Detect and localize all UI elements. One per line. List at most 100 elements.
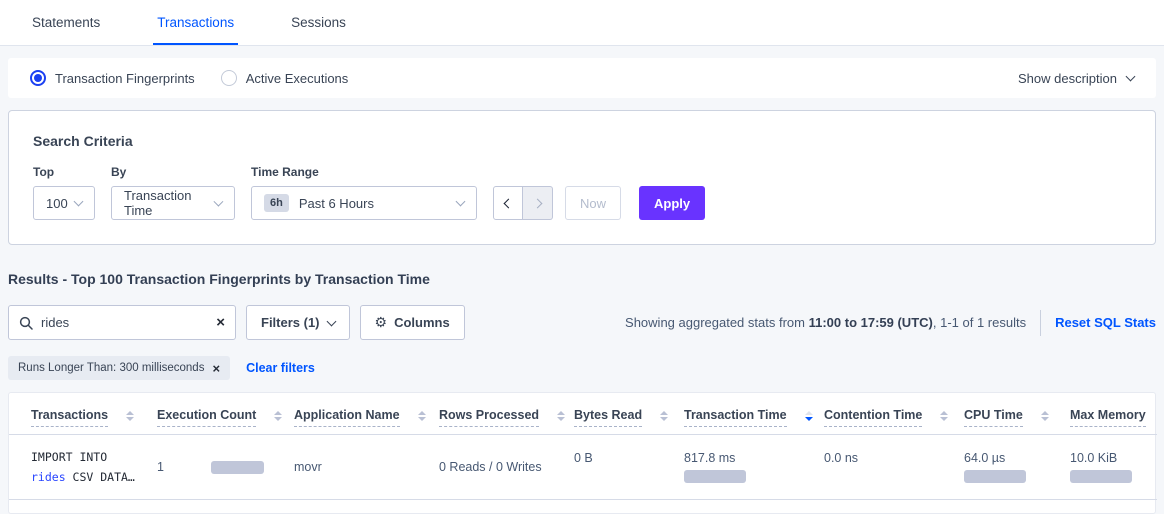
by-label: By	[111, 165, 235, 179]
chevron-down-icon	[74, 197, 84, 207]
by-select[interactable]: Transaction Time	[111, 186, 235, 220]
primary-tabs: Statements Transactions Sessions	[28, 3, 350, 45]
chevron-down-icon	[326, 316, 336, 326]
time-window-arrows	[493, 186, 553, 220]
transaction-time-value: 817.8 ms	[684, 451, 808, 465]
top-select-value: 100	[46, 196, 68, 211]
column-header-contention-time[interactable]: Contention Time	[816, 393, 956, 435]
stats-suffix: , 1-1 of 1 results	[933, 315, 1026, 330]
execution-count-bar	[211, 461, 264, 474]
search-criteria-form: Top 100 By Transaction Time Time Range 6…	[33, 165, 1131, 220]
sort-icon[interactable]	[274, 411, 282, 421]
sort-icon[interactable]	[557, 411, 565, 421]
sql-line-1: IMPORT INTO	[31, 447, 141, 467]
execution-count-value: 1	[157, 460, 164, 474]
table-header-row: Transactions Execution Count Application…	[9, 393, 1157, 435]
radio-active-executions[interactable]: Active Executions	[221, 70, 349, 86]
cell-rows-processed: 0 Reads / 0 Writes	[431, 435, 566, 500]
radio-unselected-icon[interactable]	[221, 70, 237, 86]
time-range-select[interactable]: 6h Past 6 Hours	[251, 186, 477, 220]
search-criteria-title: Search Criteria	[33, 133, 1131, 149]
sort-icon[interactable]	[418, 411, 426, 421]
column-header-application-name[interactable]: Application Name	[286, 393, 431, 435]
active-filters-row: Runs Longer Than: 300 milliseconds × Cle…	[8, 356, 1156, 380]
search-input[interactable]	[41, 315, 216, 330]
cell-cpu-time: 64.0 µs	[956, 435, 1062, 500]
results-search-box[interactable]: ×	[8, 305, 236, 340]
tab-transactions[interactable]: Transactions	[153, 3, 238, 45]
page-tabbar: Statements Transactions Sessions	[0, 0, 1164, 46]
cell-transaction-time: 817.8 ms	[676, 435, 816, 500]
cell-bytes-read: 0 B	[566, 435, 676, 500]
cpu-time-value: 64.0 µs	[964, 451, 1054, 465]
chevron-left-icon	[503, 198, 513, 208]
table-row: IMPORT INTO rides CSV DATA… 1 movr 0 Rea…	[9, 435, 1157, 500]
cell-max-memory: 10.0 KiB	[1062, 435, 1157, 500]
next-time-window-button[interactable]	[523, 186, 553, 220]
top-select[interactable]: 100	[33, 186, 95, 220]
now-button[interactable]: Now	[565, 186, 621, 220]
stats-summary: Showing aggregated stats from 11:00 to 1…	[625, 315, 1026, 330]
cell-contention-time: 0.0 ns	[816, 435, 956, 500]
by-field: By Transaction Time	[111, 165, 235, 220]
radio-transaction-fingerprints[interactable]: Transaction Fingerprints	[30, 70, 195, 86]
chevron-right-icon	[533, 198, 543, 208]
reset-sql-stats-link[interactable]: Reset SQL Stats	[1055, 315, 1156, 330]
transaction-time-bar	[684, 470, 746, 483]
time-range-value: Past 6 Hours	[299, 196, 374, 211]
time-range-label: Time Range	[251, 165, 477, 179]
column-header-max-memory[interactable]: Max Memory	[1062, 393, 1157, 435]
apply-button[interactable]: Apply	[639, 186, 705, 220]
columns-button-label: Columns	[394, 315, 450, 330]
sql-line-2: rides CSV DATA…	[31, 467, 141, 487]
by-select-value: Transaction Time	[124, 188, 215, 218]
filters-button-label: Filters (1)	[261, 315, 320, 330]
results-controls-row: × Filters (1) ⚙ Columns Showing aggregat…	[8, 305, 1156, 340]
column-header-transactions[interactable]: Transactions	[9, 393, 149, 435]
clear-search-icon[interactable]: ×	[216, 315, 225, 330]
vertical-divider	[1040, 310, 1041, 336]
sort-icon-active[interactable]	[805, 411, 813, 421]
stats-prefix: Showing aggregated stats from	[625, 315, 809, 330]
cell-application-name: movr	[286, 435, 431, 500]
max-memory-value: 10.0 KiB	[1070, 451, 1149, 465]
radio-label: Transaction Fingerprints	[55, 71, 195, 86]
clear-filters-link[interactable]: Clear filters	[246, 361, 315, 375]
filter-pill-label: Runs Longer Than: 300 milliseconds	[18, 362, 204, 374]
filters-button[interactable]: Filters (1)	[246, 305, 350, 340]
column-header-rows-processed[interactable]: Rows Processed	[431, 393, 566, 435]
transaction-fingerprint-link[interactable]: rides	[31, 470, 66, 484]
remove-filter-icon[interactable]: ×	[212, 361, 220, 376]
column-header-bytes-read[interactable]: Bytes Read	[566, 393, 676, 435]
column-header-cpu-time[interactable]: CPU Time	[956, 393, 1062, 435]
time-range-field: Time Range 6h Past 6 Hours	[251, 165, 477, 220]
tab-sessions[interactable]: Sessions	[287, 3, 350, 45]
cell-transaction-fingerprint: IMPORT INTO rides CSV DATA…	[9, 435, 149, 500]
sql-line-2-rest: CSV DATA…	[66, 470, 135, 484]
search-criteria-card: Search Criteria Top 100 By Transaction T…	[8, 110, 1156, 245]
sort-icon[interactable]	[940, 411, 948, 421]
time-range-badge: 6h	[264, 194, 289, 212]
transactions-table: Transactions Execution Count Application…	[9, 393, 1157, 500]
results-table-card: Transactions Execution Count Application…	[8, 392, 1156, 514]
gear-icon: ⚙	[375, 314, 388, 331]
results-heading: Results - Top 100 Transaction Fingerprin…	[8, 271, 1156, 287]
radio-selected-icon[interactable]	[30, 70, 46, 86]
chevron-down-icon	[456, 197, 466, 207]
radio-label: Active Executions	[246, 71, 349, 86]
filter-pill: Runs Longer Than: 300 milliseconds ×	[8, 356, 230, 380]
max-memory-bar	[1070, 470, 1132, 483]
sort-icon[interactable]	[1041, 411, 1049, 421]
search-icon	[19, 316, 33, 330]
column-header-transaction-time[interactable]: Transaction Time	[676, 393, 816, 435]
sort-icon[interactable]	[126, 411, 134, 421]
column-header-execution-count[interactable]: Execution Count	[149, 393, 286, 435]
stats-time-range: 11:00 to 17:59 (UTC)	[809, 315, 933, 330]
page-content: Transaction Fingerprints Active Executio…	[0, 46, 1164, 514]
columns-button[interactable]: ⚙ Columns	[360, 305, 465, 340]
tab-statements[interactable]: Statements	[28, 3, 104, 45]
previous-time-window-button[interactable]	[493, 186, 523, 220]
sort-icon[interactable]	[660, 411, 668, 421]
cell-execution-count: 1	[149, 435, 286, 500]
show-description-toggle[interactable]: Show description	[1018, 71, 1134, 86]
